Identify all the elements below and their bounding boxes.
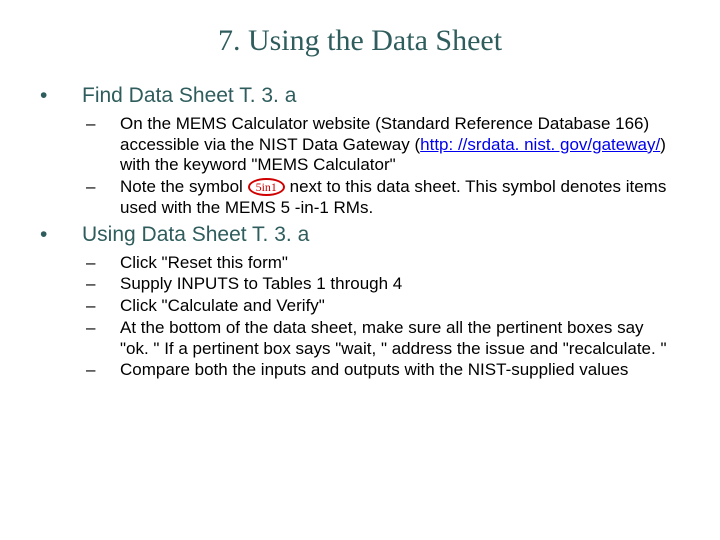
section-2-heading-row: • Using Data Sheet T. 3. a	[40, 223, 680, 247]
text-fragment: Note the symbol	[120, 177, 248, 196]
dash-icon: –	[40, 253, 120, 274]
list-item-text: Supply INPUTS to Tables 1 through 4	[120, 274, 680, 295]
list-item: – Click "Calculate and Verify"	[40, 296, 680, 317]
dash-icon: –	[40, 318, 120, 359]
list-item-text: Click "Calculate and Verify"	[120, 296, 680, 317]
bullet-icon: •	[40, 84, 82, 108]
dash-icon: –	[40, 114, 120, 176]
section-1-heading-row: • Find Data Sheet T. 3. a	[40, 84, 680, 108]
dash-icon: –	[40, 360, 120, 381]
five-in-one-icon: 5in1	[248, 178, 285, 196]
list-item-text: Note the symbol 5in1 next to this data s…	[120, 177, 680, 218]
list-item-text: Click "Reset this form"	[120, 253, 680, 274]
list-item: – Compare both the inputs and outputs wi…	[40, 360, 680, 381]
list-item: – Note the symbol 5in1 next to this data…	[40, 177, 680, 218]
list-item-text: Compare both the inputs and outputs with…	[120, 360, 680, 381]
dash-icon: –	[40, 274, 120, 295]
list-item-text: On the MEMS Calculator website (Standard…	[120, 114, 680, 176]
list-item: – Click "Reset this form"	[40, 253, 680, 274]
dash-icon: –	[40, 296, 120, 317]
gateway-link[interactable]: http: //srdata. nist. gov/gateway/	[420, 135, 660, 154]
dash-icon: –	[40, 177, 120, 218]
list-item-text: At the bottom of the data sheet, make su…	[120, 318, 680, 359]
slide: 7. Using the Data Sheet • Find Data Shee…	[0, 0, 720, 381]
section-2-heading: Using Data Sheet T. 3. a	[82, 223, 309, 247]
section-1-heading: Find Data Sheet T. 3. a	[82, 84, 296, 108]
list-item: – On the MEMS Calculator website (Standa…	[40, 114, 680, 176]
list-item: – Supply INPUTS to Tables 1 through 4	[40, 274, 680, 295]
list-item: – At the bottom of the data sheet, make …	[40, 318, 680, 359]
bullet-icon: •	[40, 223, 82, 247]
slide-title: 7. Using the Data Sheet	[40, 24, 680, 58]
